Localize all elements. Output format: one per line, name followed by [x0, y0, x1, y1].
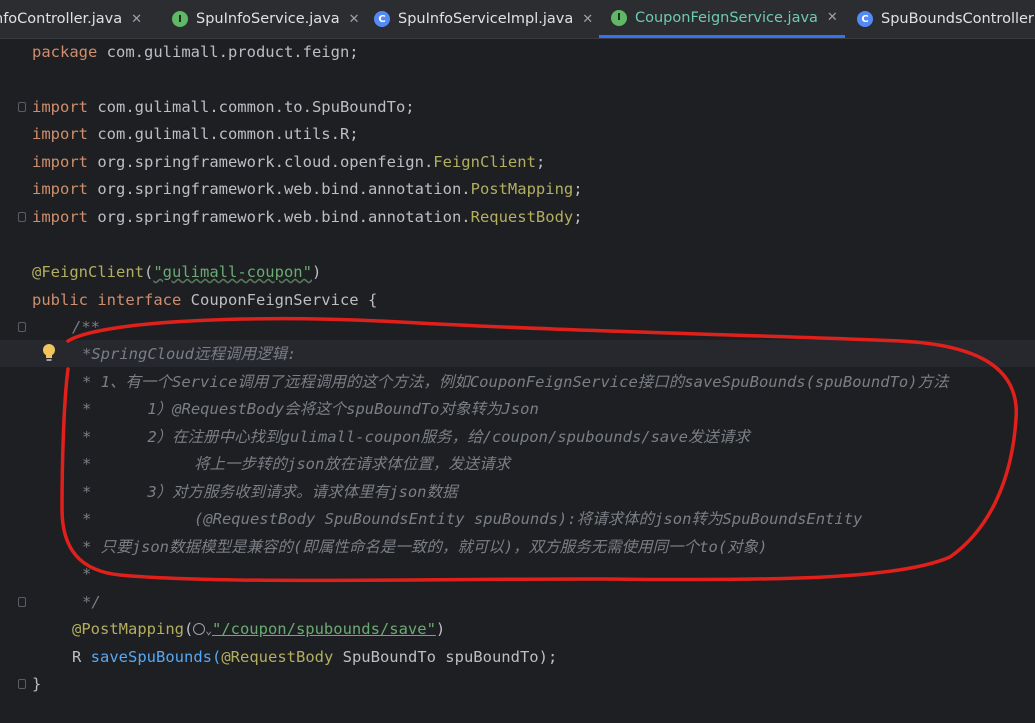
- ide-window: nfoController.java ✕ I SpuInfoService.ja…: [0, 0, 1035, 723]
- return-type: R: [72, 648, 82, 666]
- keyword: import: [32, 125, 88, 143]
- code-line-package: package com.gulimall.product.feign;: [32, 39, 359, 66]
- class-icon: C: [374, 11, 390, 27]
- semicolon: ;: [535, 153, 546, 171]
- import-class: RequestBody: [470, 208, 574, 226]
- code-line-import: import org.springframework.web.bind.anno…: [32, 204, 583, 231]
- comment-line: * 3）对方服务收到请求。请求体里有json数据: [82, 483, 458, 501]
- comment-line: * 2）在注册中心找到gulimall-coupon服务，给/coupon/sp…: [82, 428, 750, 446]
- tab-label: CouponFeignService.java: [635, 9, 818, 26]
- code-line-interface: public interface CouponFeignService {: [32, 287, 377, 314]
- string-literal: "gulimall-coupon": [153, 263, 312, 281]
- semicolon: ;: [573, 208, 583, 226]
- tab-label: SpuInfoServiceImpl.java: [398, 11, 574, 27]
- comment-line: * 1、有一个Service调用了远程调用的这个方法，例如CouponFeign…: [82, 373, 949, 391]
- import-path: org.springframework.cloud.openfeign.: [88, 153, 434, 171]
- keyword: import: [32, 180, 88, 198]
- import-class: FeignClient: [433, 153, 536, 171]
- interface-icon: I: [172, 11, 188, 27]
- close-icon[interactable]: ✕: [349, 12, 360, 27]
- comment-line: *SpringCloud远程调用逻辑:: [82, 345, 297, 363]
- tab-spuinfoserviceimpl[interactable]: C SpuInfoServiceImpl.java ✕: [374, 0, 593, 38]
- keyword: package: [32, 43, 98, 61]
- code-line-import: import org.springframework.web.bind.anno…: [32, 176, 583, 203]
- keyword: interface: [88, 291, 182, 309]
- method-name: saveSpuBounds(: [81, 648, 222, 666]
- editor-tab-bar: nfoController.java ✕ I SpuInfoService.ja…: [0, 0, 1035, 39]
- annotation: @PostMapping: [72, 620, 184, 638]
- import-class: PostMapping: [470, 180, 574, 198]
- fold-marker-icon[interactable]: [18, 322, 26, 332]
- comment-line: * 1）@RequestBody会将这个spuBoundTo对象转为Json: [82, 400, 539, 418]
- code-line-import: import com.gulimall.common.utils.R;: [32, 121, 359, 148]
- package-name: com.gulimall.product.feign;: [97, 43, 359, 61]
- class-icon: C: [857, 11, 873, 27]
- paren: (: [183, 620, 194, 638]
- tab-infocontroller[interactable]: nfoController.java ✕: [0, 0, 142, 38]
- annotation: @RequestBody: [221, 648, 334, 666]
- tab-label: SpuBoundsController: [881, 11, 1034, 27]
- tab-label: nfoController.java: [0, 11, 123, 27]
- paren: ): [435, 620, 446, 638]
- semicolon: ;: [573, 180, 583, 198]
- code-line-import: import com.gulimall.common.to.SpuBoundTo…: [32, 94, 415, 121]
- tab-label: SpuInfoService.java: [196, 11, 340, 27]
- close-icon[interactable]: ✕: [582, 12, 593, 27]
- tab-couponfeignservice[interactable]: I CouponFeignService.java ✕: [599, 0, 845, 38]
- method-params: SpuBoundTo spuBoundTo);: [333, 648, 558, 666]
- fold-marker-icon[interactable]: [18, 597, 26, 607]
- keyword: import: [32, 153, 88, 171]
- interface-icon: I: [611, 9, 627, 26]
- comment-line: * 只要json数据模型是兼容的(即属性命名是一致的，就可以)，双方服务无需使用…: [82, 538, 768, 556]
- code-line-close-brace: }: [32, 675, 42, 693]
- tab-spuboundscontroller[interactable]: C SpuBoundsController: [857, 0, 1034, 38]
- close-icon[interactable]: ✕: [827, 10, 838, 25]
- lightbulb-icon[interactable]: [42, 343, 56, 363]
- comment-line: */: [82, 593, 101, 611]
- code-editor[interactable]: package com.gulimall.product.feign; impo…: [0, 39, 1035, 723]
- code-line-import: import org.springframework.cloud.openfei…: [32, 149, 545, 176]
- import-path: org.springframework.web.bind.annotation.: [88, 208, 471, 226]
- fold-marker-icon[interactable]: [18, 212, 26, 222]
- tab-spuinfoservice[interactable]: I SpuInfoService.java ✕: [172, 0, 360, 38]
- import-path: com.gulimall.common.to.SpuBoundTo;: [88, 98, 415, 116]
- comment-line: * 将上一步转的json放在请求体位置，发送请求: [82, 455, 511, 473]
- import-path: com.gulimall.common.utils.R;: [88, 125, 359, 143]
- code-line-method: R saveSpuBounds(@RequestBody SpuBoundTo …: [72, 644, 557, 671]
- paren: (: [143, 263, 154, 281]
- keyword: import: [32, 208, 88, 226]
- comment-line: * (@RequestBody SpuBoundsEntity spuBound…: [82, 510, 863, 528]
- interface-name: CouponFeignService {: [181, 291, 378, 309]
- import-path: org.springframework.web.bind.annotation.: [88, 180, 471, 198]
- annotation: @FeignClient: [32, 263, 144, 281]
- keyword: import: [32, 98, 88, 116]
- code-line-postmapping: @PostMapping(⌄"/coupon/spubounds/save"): [72, 616, 445, 643]
- editor-gutter: [0, 39, 28, 723]
- keyword: public: [32, 291, 88, 309]
- fold-marker-icon[interactable]: [18, 679, 26, 689]
- fold-marker-icon[interactable]: [18, 102, 26, 112]
- code-line-annotation: @FeignClient("gulimall-coupon"): [32, 259, 321, 286]
- url-link[interactable]: "/coupon/spubounds/save": [212, 620, 436, 638]
- globe-icon[interactable]: ⌄: [193, 620, 212, 638]
- close-icon[interactable]: ✕: [131, 12, 142, 27]
- comment-open: /**: [72, 318, 100, 336]
- comment-line: *: [82, 565, 92, 583]
- paren: ): [311, 263, 322, 281]
